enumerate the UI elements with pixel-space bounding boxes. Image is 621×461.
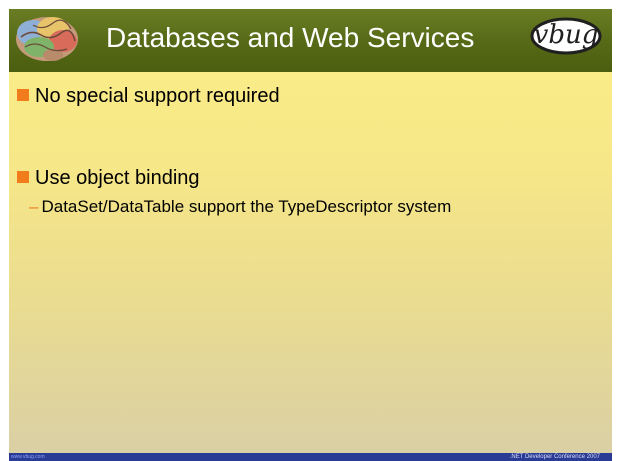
dash-bullet: –	[29, 197, 39, 216]
square-bullet-icon	[17, 171, 29, 183]
square-bullet-icon	[17, 89, 29, 101]
bullet-item: No special support required	[17, 85, 280, 108]
footer-bar: www.vbug.com .NET Developer Conference 2…	[9, 453, 612, 461]
logo-text: vbug	[533, 20, 599, 50]
bullet-text: No special support required	[35, 85, 280, 107]
sub-bullet-text: DataSet/DataTable support the TypeDescri…	[41, 197, 452, 216]
footer-url[interactable]: www.vbug.com	[11, 454, 45, 461]
slide: Databases and Web Services vbug No speci…	[9, 9, 612, 461]
brain-icon	[16, 17, 78, 61]
footer-event: .NET Developer Conference 2007	[509, 454, 600, 460]
title-bar: Databases and Web Services vbug	[9, 9, 612, 72]
vbug-logo: vbug	[530, 17, 602, 55]
bullet-item: Use object binding	[17, 167, 200, 190]
sub-bullet: – DataSet/DataTable support the TypeDescr…	[29, 195, 604, 218]
slide-title: Databases and Web Services	[106, 22, 475, 53]
bullet-text: Use object binding	[35, 167, 200, 189]
